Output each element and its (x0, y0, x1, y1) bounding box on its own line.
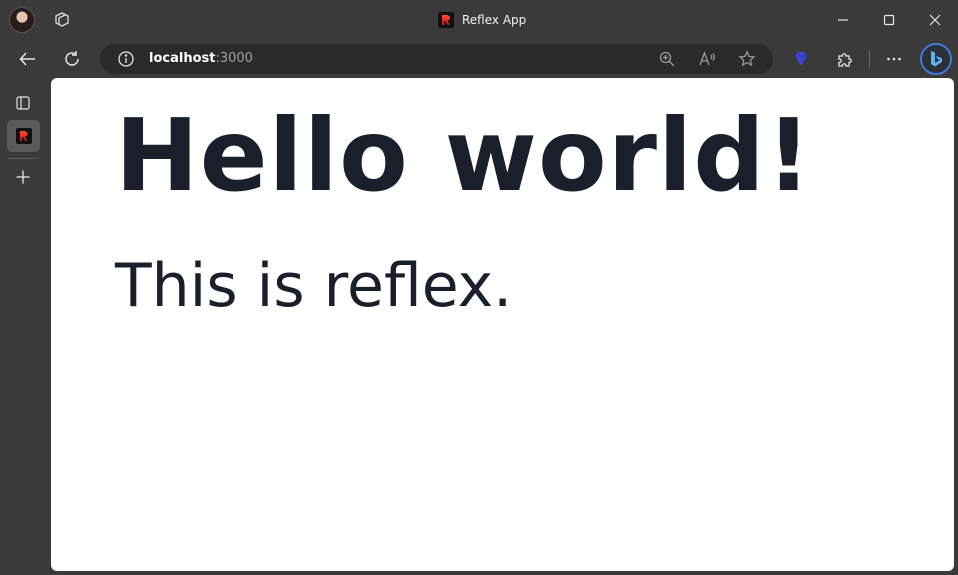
close-button[interactable] (912, 8, 958, 32)
workspaces-icon[interactable] (52, 10, 72, 30)
read-aloud-icon[interactable] (697, 49, 717, 69)
bing-copilot-icon[interactable] (920, 43, 952, 75)
zoom-in-icon[interactable] (657, 49, 677, 69)
url-port: :3000 (215, 51, 253, 66)
reflex-favicon-icon (438, 12, 454, 28)
favorite-star-icon[interactable] (737, 49, 757, 69)
tab-actions-icon[interactable] (10, 90, 36, 116)
refresh-button[interactable] (60, 47, 84, 71)
page-text: This is reflex. (115, 251, 513, 321)
url-host: localhost (149, 51, 216, 66)
minimize-button[interactable] (820, 8, 866, 32)
title-bar: Reflex App (0, 0, 958, 40)
extensions-puzzle-icon[interactable] (833, 47, 857, 71)
gem-extension-icon[interactable] (789, 47, 813, 71)
reflex-favicon-icon (15, 128, 32, 144)
back-button[interactable] (16, 47, 40, 71)
profile-avatar[interactable] (9, 7, 35, 33)
site-info-icon[interactable] (116, 49, 136, 69)
more-menu-icon[interactable] (882, 47, 906, 71)
new-tab-plus-icon[interactable] (10, 164, 36, 190)
page-heading: Hello world! (115, 97, 813, 214)
sidebar-divider (8, 158, 38, 159)
page-viewport: Hello world! This is reflex. (51, 78, 954, 571)
tab-title-text: Reflex App (462, 13, 527, 27)
maximize-button[interactable] (866, 8, 912, 32)
sidebar-tab-reflex-app[interactable] (7, 120, 40, 152)
browser-toolbar: localhost:3000 (0, 40, 958, 78)
active-tab-title: Reflex App (438, 11, 526, 29)
url-text[interactable]: localhost:3000 (149, 51, 253, 66)
vertical-tabs-sidebar (0, 78, 46, 575)
toolbar-divider (869, 50, 870, 68)
address-bar[interactable]: localhost:3000 (100, 44, 773, 74)
